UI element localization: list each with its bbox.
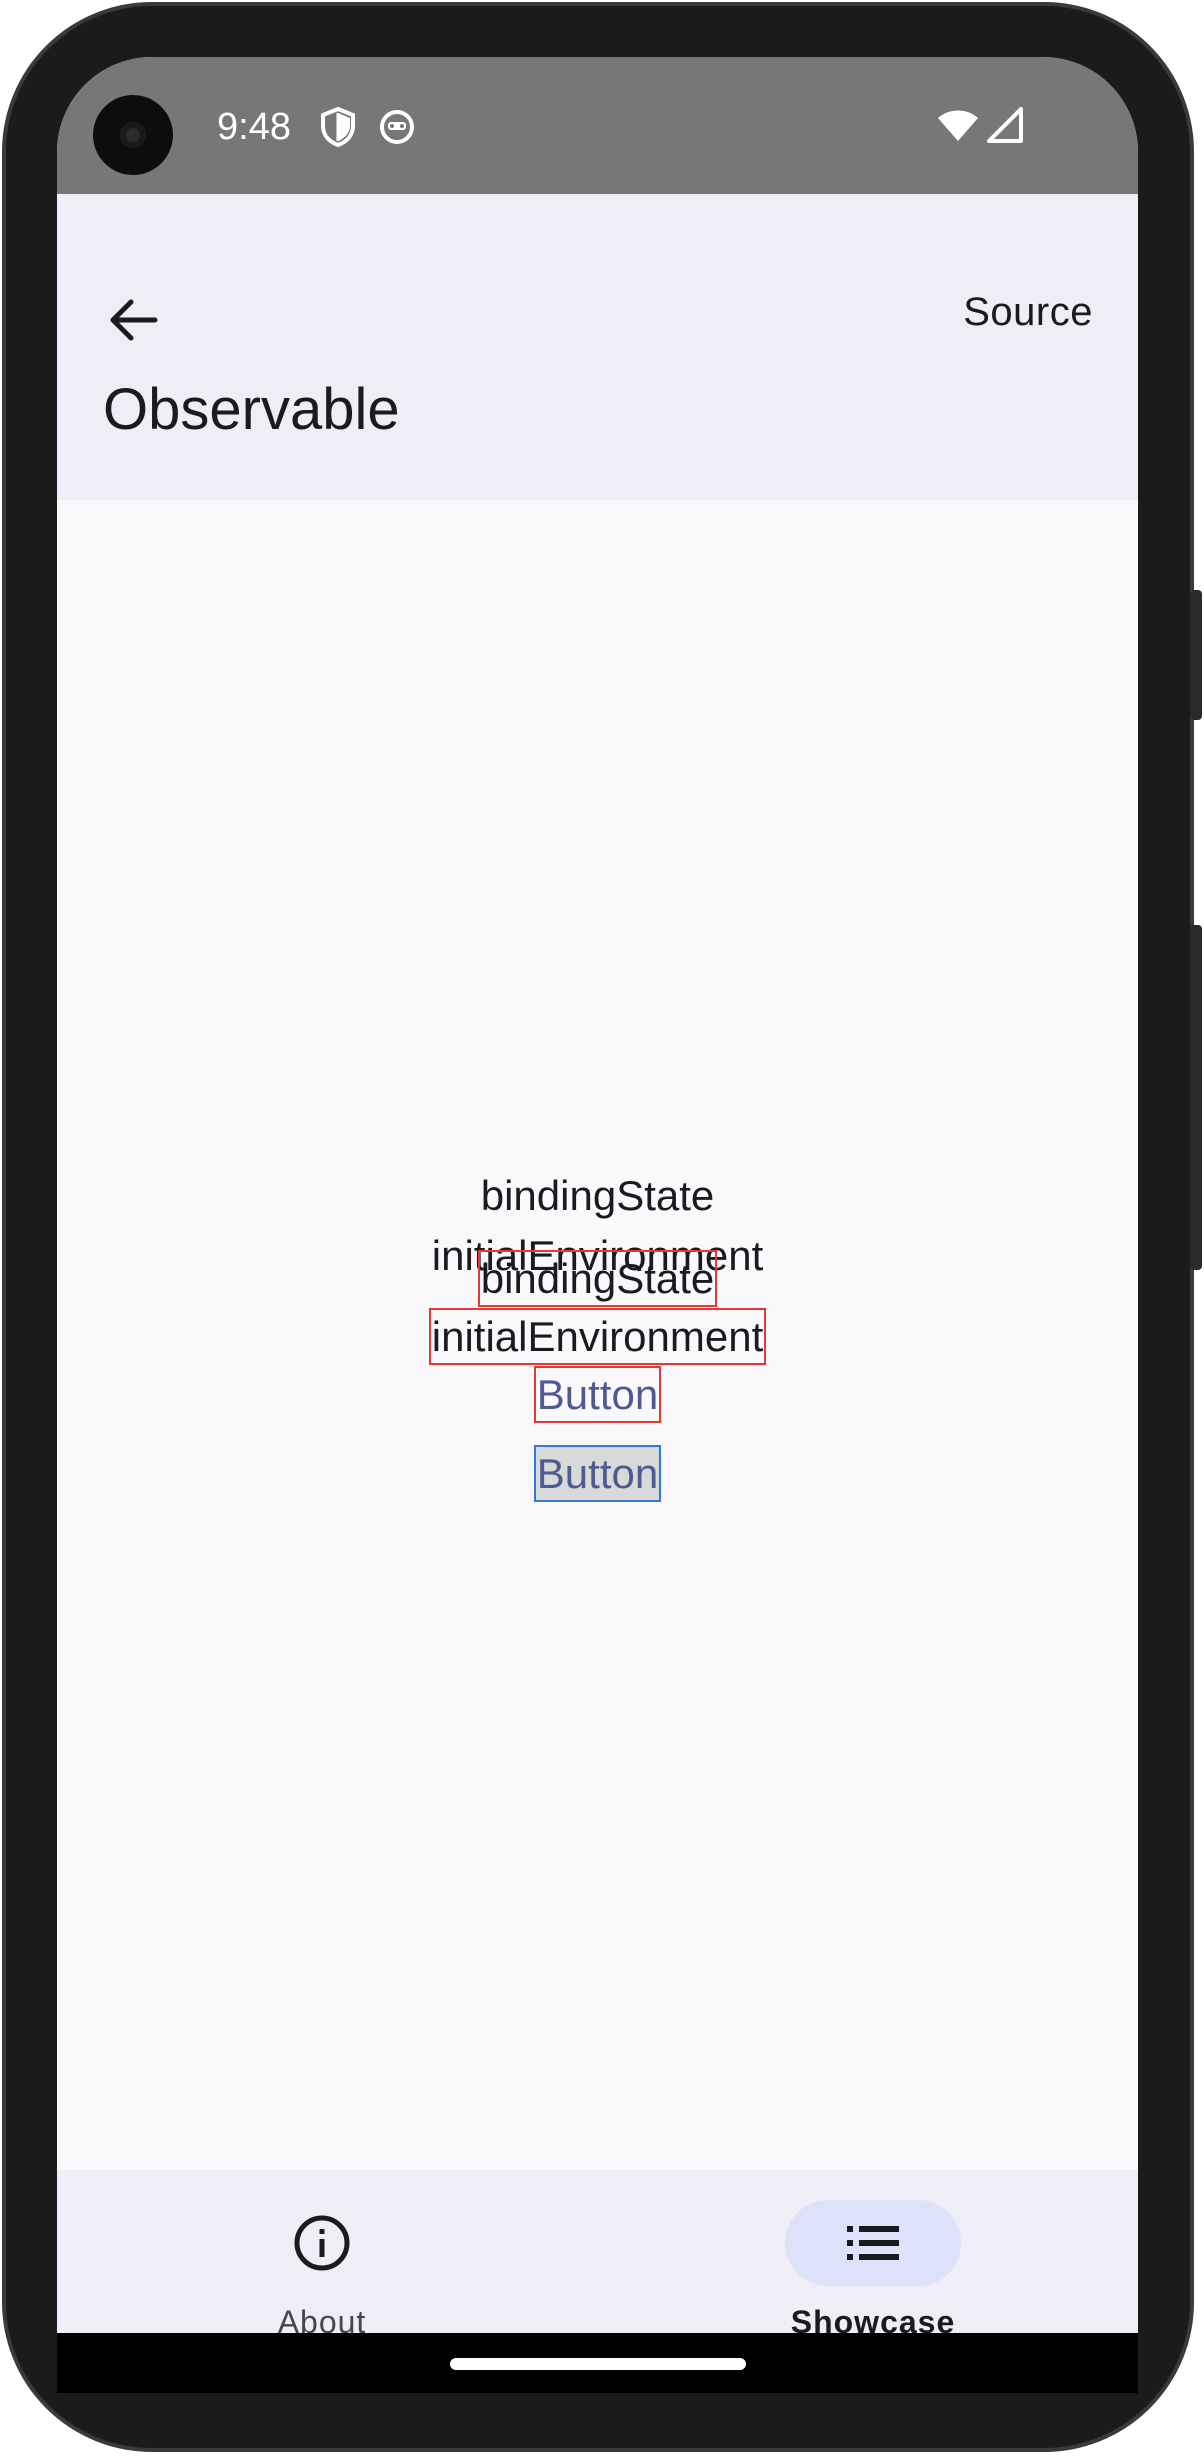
cellular-signal-icon (987, 107, 1023, 148)
binding-state-boxed-text: bindingState (477, 1250, 718, 1307)
top-app-bar: Source Observable (57, 194, 1138, 500)
status-time: 9:48 (217, 106, 291, 148)
boxed-text-group: bindingState initialEnvironment Button B… (57, 1250, 1138, 1502)
page-title: Observable (103, 377, 400, 442)
arrow-left-icon (110, 299, 158, 341)
bottom-navigation: About Showcase (57, 2170, 1138, 2333)
info-icon (294, 2215, 350, 2271)
nav-item-showcase[interactable]: Showcase (748, 2200, 998, 2333)
main-content: bindingState initialEnvironment bindingS… (57, 500, 1138, 2170)
status-bar: 9:48 (57, 57, 1138, 194)
source-button[interactable]: Source (963, 290, 1093, 335)
nav-label-about: About (277, 2304, 367, 2333)
list-icon (847, 2226, 899, 2260)
phone-device: 9:48 Source Observable bindingState init… (0, 0, 1204, 2456)
shield-icon (320, 106, 356, 152)
initial-environment-boxed-text: initialEnvironment (428, 1308, 767, 1365)
binding-state-text: bindingState (480, 1172, 715, 1219)
highlighted-button[interactable]: Button (533, 1445, 662, 1502)
back-button[interactable] (97, 284, 169, 356)
cat-face-icon (379, 109, 415, 150)
outlined-button[interactable]: Button (533, 1366, 662, 1423)
screen: 9:48 Source Observable bindingState init… (57, 57, 1138, 2333)
nav-item-about[interactable]: About (197, 2200, 447, 2333)
wifi-icon (937, 109, 979, 148)
volume-button (1190, 590, 1202, 720)
power-button (1190, 925, 1202, 1270)
nav-label-showcase: Showcase (790, 2304, 956, 2333)
nav-indicator-about (234, 2200, 410, 2286)
front-camera (93, 95, 173, 175)
nav-indicator-showcase (785, 2200, 961, 2286)
home-indicator[interactable] (450, 2358, 746, 2370)
